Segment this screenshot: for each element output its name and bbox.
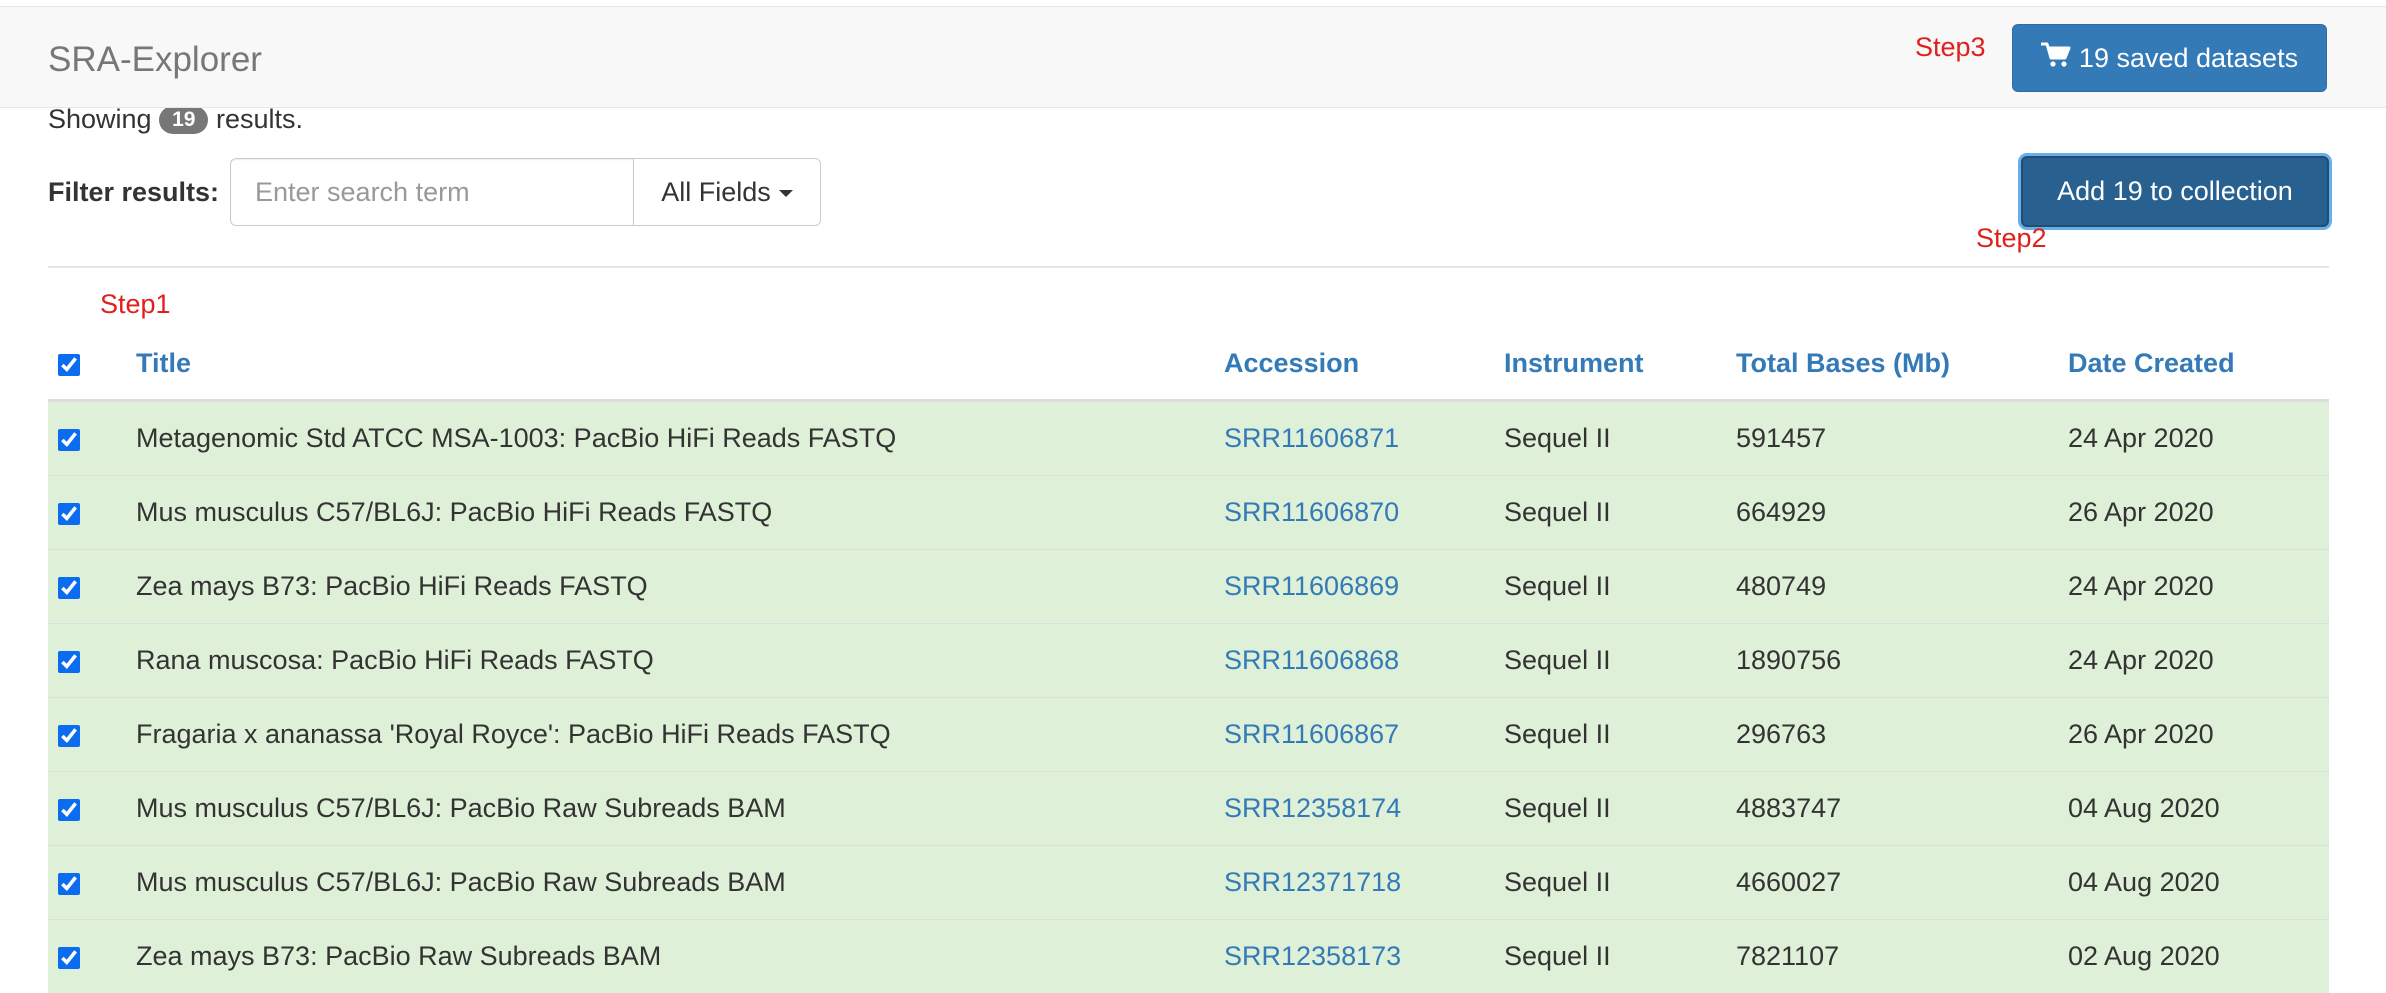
table-row[interactable]: Mus musculus C57/BL6J: PacBio Raw Subrea… — [48, 772, 2329, 846]
cell-accession-link[interactable]: SRR12371718 — [1224, 846, 1504, 920]
row-checkbox[interactable] — [58, 577, 80, 599]
cell-total-bases: 296763 — [1736, 698, 2068, 772]
row-select-cell — [48, 920, 136, 993]
cell-date-created: 02 Aug 2020 — [2068, 920, 2329, 993]
table-row[interactable]: Fragaria x ananassa 'Royal Royce': PacBi… — [48, 698, 2329, 772]
row-checkbox[interactable] — [58, 873, 80, 895]
column-header-title[interactable]: Title — [136, 303, 1224, 401]
row-checkbox[interactable] — [58, 503, 80, 525]
table-row[interactable]: Metagenomic Std ATCC MSA-1003: PacBio Hi… — [48, 401, 2329, 476]
step2-annotation: Step2 — [1976, 222, 2047, 254]
row-select-cell — [48, 476, 136, 550]
cell-title: Rana muscosa: PacBio HiFi Reads FASTQ — [136, 624, 1224, 698]
cell-accession-link[interactable]: SRR12358174 — [1224, 772, 1504, 846]
cell-title: Metagenomic Std ATCC MSA-1003: PacBio Hi… — [136, 401, 1224, 476]
cell-date-created: 26 Apr 2020 — [2068, 476, 2329, 550]
table-header-row: Title Accession Instrument Total Bases (… — [48, 303, 2329, 401]
table-body: Metagenomic Std ATCC MSA-1003: PacBio Hi… — [48, 401, 2329, 993]
field-select-dropdown[interactable]: All Fields — [633, 158, 821, 226]
row-select-cell — [48, 698, 136, 772]
table-row[interactable]: Mus musculus C57/BL6J: PacBio HiFi Reads… — [48, 476, 2329, 550]
row-checkbox[interactable] — [58, 947, 80, 969]
cell-title: Zea mays B73: PacBio HiFi Reads FASTQ — [136, 550, 1224, 624]
cell-instrument: Sequel II — [1504, 920, 1736, 993]
cell-date-created: 24 Apr 2020 — [2068, 401, 2329, 476]
cell-instrument: Sequel II — [1504, 772, 1736, 846]
cell-date-created: 24 Apr 2020 — [2068, 550, 2329, 624]
caret-down-icon — [779, 190, 793, 197]
cell-date-created: 04 Aug 2020 — [2068, 846, 2329, 920]
cell-total-bases: 4883747 — [1736, 772, 2068, 846]
row-checkbox[interactable] — [58, 725, 80, 747]
field-select-label: All Fields — [661, 177, 771, 208]
cell-accession-link[interactable]: SRR11606867 — [1224, 698, 1504, 772]
step3-annotation: Step3 — [1915, 31, 1986, 63]
cell-date-created: 04 Aug 2020 — [2068, 772, 2329, 846]
column-header-total-bases[interactable]: Total Bases (Mb) — [1736, 303, 2068, 401]
saved-datasets-button[interactable]: 19 saved datasets — [2012, 24, 2327, 92]
cell-instrument: Sequel II — [1504, 624, 1736, 698]
cell-date-created: 24 Apr 2020 — [2068, 624, 2329, 698]
table-row[interactable]: Zea mays B73: PacBio Raw Subreads BAMSRR… — [48, 920, 2329, 993]
cell-accession-link[interactable]: SRR11606870 — [1224, 476, 1504, 550]
row-select-cell — [48, 550, 136, 624]
row-select-cell — [48, 624, 136, 698]
cell-total-bases: 1890756 — [1736, 624, 2068, 698]
results-count-badge: 19 — [159, 106, 208, 134]
cell-date-created: 26 Apr 2020 — [2068, 698, 2329, 772]
cell-total-bases: 480749 — [1736, 550, 2068, 624]
select-all-checkbox[interactable] — [58, 354, 80, 376]
table-row[interactable]: Zea mays B73: PacBio HiFi Reads FASTQSRR… — [48, 550, 2329, 624]
column-header-date-created[interactable]: Date Created — [2068, 303, 2329, 401]
filter-search-input[interactable] — [230, 158, 634, 226]
summary-prefix: Showing — [48, 104, 152, 134]
saved-datasets-label: 19 saved datasets — [2079, 43, 2298, 74]
app-brand[interactable]: SRA-Explorer — [48, 35, 262, 85]
cell-accession-link[interactable]: SRR11606868 — [1224, 624, 1504, 698]
add-to-collection-button[interactable]: Add 19 to collection — [2021, 156, 2329, 227]
row-checkbox[interactable] — [58, 799, 80, 821]
cell-title: Fragaria x ananassa 'Royal Royce': PacBi… — [136, 698, 1224, 772]
divider — [48, 266, 2329, 268]
cell-accession-link[interactable]: SRR12358173 — [1224, 920, 1504, 993]
cell-instrument: Sequel II — [1504, 846, 1736, 920]
cell-title: Mus musculus C57/BL6J: PacBio Raw Subrea… — [136, 772, 1224, 846]
summary-suffix: results. — [216, 104, 303, 134]
filter-label: Filter results: — [48, 172, 219, 212]
cell-title: Mus musculus C57/BL6J: PacBio HiFi Reads… — [136, 476, 1224, 550]
cell-title: Mus musculus C57/BL6J: PacBio Raw Subrea… — [136, 846, 1224, 920]
row-select-cell — [48, 401, 136, 476]
navbar: SRA-Explorer Step3 19 saved datasets — [0, 6, 2386, 108]
row-checkbox[interactable] — [58, 651, 80, 673]
table-row[interactable]: Mus musculus C57/BL6J: PacBio Raw Subrea… — [48, 846, 2329, 920]
cell-total-bases: 591457 — [1736, 401, 2068, 476]
row-checkbox[interactable] — [58, 429, 80, 451]
cell-total-bases: 7821107 — [1736, 920, 2068, 993]
row-select-cell — [48, 772, 136, 846]
cell-accession-link[interactable]: SRR11606869 — [1224, 550, 1504, 624]
cell-total-bases: 4660027 — [1736, 846, 2068, 920]
cell-accession-link[interactable]: SRR11606871 — [1224, 401, 1504, 476]
shopping-cart-icon — [2041, 41, 2071, 76]
cell-instrument: Sequel II — [1504, 550, 1736, 624]
column-header-instrument[interactable]: Instrument — [1504, 303, 1736, 401]
cell-instrument: Sequel II — [1504, 698, 1736, 772]
row-select-cell — [48, 846, 136, 920]
table-row[interactable]: Rana muscosa: PacBio HiFi Reads FASTQSRR… — [48, 624, 2329, 698]
cell-title: Zea mays B73: PacBio Raw Subreads BAM — [136, 920, 1224, 993]
results-table: Title Accession Instrument Total Bases (… — [48, 303, 2329, 993]
select-all-cell — [48, 303, 136, 401]
cell-total-bases: 664929 — [1736, 476, 2068, 550]
cell-instrument: Sequel II — [1504, 476, 1736, 550]
cell-instrument: Sequel II — [1504, 401, 1736, 476]
column-header-accession[interactable]: Accession — [1224, 303, 1504, 401]
